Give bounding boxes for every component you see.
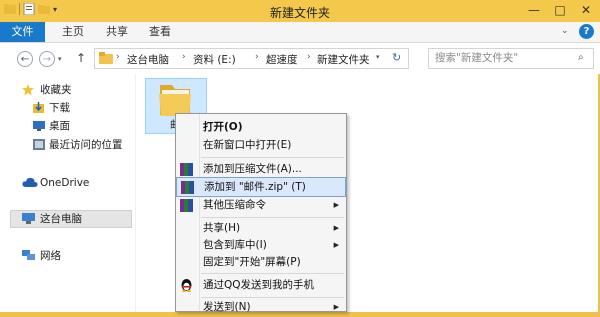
nav-onedrive[interactable]: OneDrive (40, 175, 89, 191)
recent-locations-icon[interactable]: ▾ (58, 55, 62, 63)
desktop-icon (33, 121, 45, 131)
search-icon[interactable]: ⌕ (578, 52, 584, 63)
minimize-button[interactable]: — (521, 0, 547, 20)
menu-item-qq-send[interactable]: 通过QQ发送到我的手机 (176, 275, 346, 295)
tab-home[interactable]: 主页 (56, 22, 90, 42)
winrar-icon (180, 199, 193, 212)
recent-places-icon (33, 139, 45, 150)
menu-item-add-to-zip[interactable]: 添加到 "邮件.zip" (T) (176, 177, 346, 197)
breadcrumb-new-folder[interactable]: 新建文件夹 (317, 52, 370, 67)
menu-item-add-to-archive[interactable]: 添加到压缩文件(A)... (176, 159, 346, 179)
breadcrumb-separator: › (255, 52, 259, 62)
search-input[interactable]: 搜索"新建文件夹" (428, 48, 594, 69)
up-arrow-icon[interactable]: ↑ (76, 51, 86, 65)
breadcrumb-chaosudu[interactable]: 超速度 (266, 52, 298, 67)
refresh-icon[interactable]: ↻ (392, 51, 401, 64)
ribbon-tabs: 文件 主页 共享 查看 ⌄ ? (0, 22, 600, 43)
menu-item-other-compress[interactable]: 其他压缩命令 ▶ (176, 195, 346, 215)
pane-divider (135, 74, 136, 312)
tab-share[interactable]: 共享 (100, 22, 134, 42)
menu-item-label: 通过QQ发送到我的手机 (203, 279, 315, 291)
nav-network[interactable]: 网络 (40, 248, 61, 264)
menu-item-label: 添加到 "邮件.zip" (T) (204, 181, 306, 193)
address-row: ← → ▾ ↑ › 这台电脑 › 资料 (E:) › 超速度 › 新建文件夹 ▾… (0, 43, 600, 73)
menu-item-open-new-window[interactable]: 在新窗口中打开(E) (176, 135, 346, 155)
menu-item-pin-start[interactable]: 固定到"开始"屏幕(P) (176, 252, 346, 272)
winrar-icon (180, 163, 193, 176)
computer-icon (22, 213, 35, 224)
help-icon[interactable]: ? (579, 24, 594, 39)
maximize-button[interactable]: □ (547, 0, 573, 20)
title-bar: ▾ 新建文件夹 — □ ✕ (0, 0, 600, 22)
nav-recent[interactable]: 最近访问的位置 (49, 137, 123, 153)
submenu-arrow-icon: ▶ (333, 303, 339, 311)
tab-view[interactable]: 查看 (143, 22, 177, 42)
tab-file[interactable]: 文件 (0, 22, 45, 42)
menu-item-send-to[interactable]: 发送到(N) ▶ (176, 297, 346, 317)
breadcrumb-this-pc[interactable]: 这台电脑 (127, 52, 169, 67)
menu-item-label: 固定到"开始"屏幕(P) (203, 256, 301, 268)
folder-icon (159, 85, 191, 116)
menu-item-label: 发送到(N) (203, 301, 251, 313)
menu-item-label: 其他压缩命令 (203, 199, 266, 211)
back-button[interactable]: ← (17, 51, 33, 67)
star-icon (22, 84, 34, 96)
menu-item-label: 在新窗口中打开(E) (203, 139, 292, 151)
forward-button[interactable]: → (39, 51, 55, 67)
breadcrumb-separator: › (182, 52, 186, 62)
nav-this-pc[interactable]: 这台电脑 (40, 211, 82, 227)
address-dropdown-icon[interactable]: ▾ (376, 53, 380, 61)
context-menu: 打开(O) 在新窗口中打开(E) 添加到压缩文件(A)... 添加到 "邮件.z… (175, 113, 347, 313)
submenu-arrow-icon: ▶ (333, 201, 339, 209)
breadcrumb-separator: › (307, 52, 311, 62)
network-icon (22, 250, 35, 260)
nav-favorites[interactable]: 收藏夹 (40, 82, 72, 98)
breadcrumb-drive-e[interactable]: 资料 (E:) (193, 52, 236, 67)
menu-separator (201, 273, 344, 274)
menu-separator (201, 157, 344, 158)
folder-icon (99, 52, 113, 64)
download-icon (33, 102, 44, 113)
nav-downloads[interactable]: 下载 (49, 100, 70, 116)
menu-item-open[interactable]: 打开(O) (176, 117, 346, 137)
menu-item-label: 添加到压缩文件(A)... (203, 163, 302, 175)
explorer-window: ▾ 新建文件夹 — □ ✕ 文件 主页 共享 查看 ⌄ ? ← → ▾ ↑ › … (0, 0, 600, 313)
breadcrumb-separator: › (116, 52, 120, 62)
window-title: 新建文件夹 (269, 6, 330, 20)
winrar-icon (181, 181, 194, 194)
expand-ribbon-icon[interactable]: ⌄ (561, 26, 569, 36)
qq-penguin-icon (181, 279, 192, 292)
cloud-icon (22, 177, 38, 187)
close-button[interactable]: ✕ (573, 0, 599, 20)
address-bar[interactable]: › 这台电脑 › 资料 (E:) › 超速度 › 新建文件夹 ▾ ↻ (94, 48, 409, 69)
nav-desktop[interactable]: 桌面 (49, 118, 70, 134)
menu-item-label: 打开(O) (203, 121, 243, 133)
